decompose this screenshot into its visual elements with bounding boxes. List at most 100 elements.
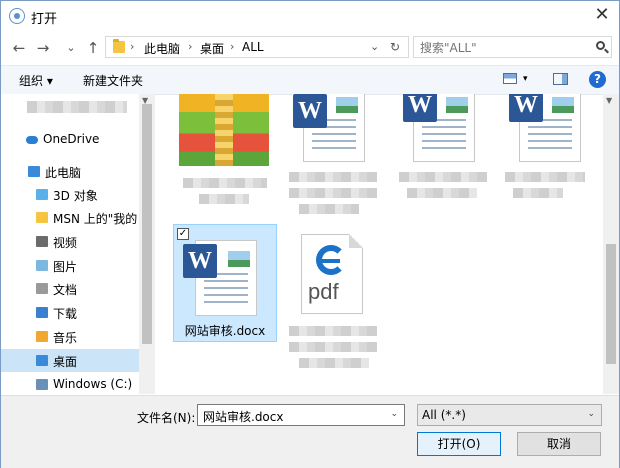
redacted-filename [299, 358, 369, 368]
download-folder-icon [36, 307, 48, 318]
filetype-value: All (*.*) [422, 408, 466, 422]
word-logo-icon: W [509, 94, 543, 122]
redacted-filename [399, 172, 487, 182]
sidebar-item-label: 音乐 [53, 331, 78, 345]
sidebar-item-onedrive[interactable]: OneDrive [1, 128, 139, 151]
sidebar-scrollbar[interactable] [139, 94, 155, 394]
up-arrow-icon[interactable]: ↑ [83, 37, 103, 59]
redacted-filename [289, 342, 377, 352]
pdf-document-icon[interactable]: pdf [301, 234, 363, 314]
sidebar-item-label: 此电脑 [45, 166, 82, 180]
navigation-pane: OneDrive 此电脑 3D 对象 MSN 上的"我的 视频 图片 文档 下载… [1, 94, 155, 394]
archive-icon [179, 94, 269, 166]
address-bar[interactable]: › 此电脑 › 桌面 › ALL ⌄ ↻ [105, 36, 409, 58]
breadcrumb-all[interactable]: ALL [242, 40, 264, 54]
sidebar-item-label: Windows (C:) [53, 377, 133, 391]
breadcrumb-desktop[interactable]: 桌面 [200, 40, 224, 57]
back-arrow-icon[interactable]: ← [9, 37, 29, 59]
sidebar-item-videos[interactable]: 视频 [1, 230, 139, 253]
word-logo-icon: W [183, 244, 217, 278]
selection-checkbox[interactable]: ✓ [177, 228, 189, 240]
sidebar-item-label: MSN 上的"我的 [53, 212, 138, 226]
cloud-icon [26, 136, 38, 144]
title-bar: 打开 ✕ [1, 1, 619, 31]
sidebar-item-documents[interactable]: 文档 [1, 277, 139, 300]
forward-arrow-icon[interactable]: → [33, 37, 53, 59]
redacted-filename [299, 204, 359, 214]
file-list-scrollbar[interactable] [603, 94, 619, 394]
sidebar-item-label: 文档 [53, 283, 78, 297]
open-file-dialog: 打开 ✕ ← → ⌄ ↑ › 此电脑 › 桌面 › ALL ⌄ ↻ 组织 ▾ 新… [0, 0, 620, 468]
command-toolbar: 组织 ▾ 新建文件夹 ▾ ? [1, 65, 619, 95]
file-list-scroll-thumb[interactable] [606, 244, 616, 364]
sidebar-item-3d-objects[interactable]: 3D 对象 [1, 183, 139, 206]
filename-input[interactable] [201, 406, 385, 426]
sidebar-item-desktop[interactable]: 桌面 [1, 349, 139, 372]
search-box[interactable] [413, 36, 612, 58]
folder-icon [113, 39, 125, 53]
sidebar-item-music[interactable]: 音乐 [1, 325, 139, 348]
redacted-filename [289, 172, 377, 182]
redacted-filename [289, 188, 377, 198]
search-input[interactable] [418, 38, 592, 58]
refresh-icon[interactable]: ↻ [390, 40, 400, 54]
computer-icon [28, 166, 40, 177]
view-dropdown-chevron-icon[interactable]: ▾ [523, 74, 528, 84]
organize-menu-button[interactable]: 组织 ▾ [19, 72, 53, 89]
picture-folder-icon [36, 260, 48, 271]
breadcrumb-this-pc[interactable]: 此电脑 [144, 40, 180, 57]
view-options-icon[interactable] [503, 73, 517, 84]
folder-icon [36, 212, 48, 223]
pdf-label: pdf [308, 279, 339, 304]
sidebar-item-label: 3D 对象 [53, 189, 98, 203]
filename-combobox[interactable]: ⌄ [197, 404, 405, 426]
filename-dropdown-chevron-icon[interactable]: ⌄ [390, 409, 398, 419]
new-folder-button[interactable]: 新建文件夹 [83, 72, 143, 89]
app-icon [9, 8, 25, 24]
desktop-folder-icon [36, 355, 48, 366]
breadcrumb-separator-icon: › [130, 40, 135, 53]
sidebar-item-blurred[interactable] [1, 96, 139, 119]
word-logo-icon: W [403, 94, 437, 122]
close-icon[interactable]: ✕ [589, 4, 615, 26]
sidebar-item-windows-c[interactable]: Windows (C:) [1, 373, 139, 394]
search-icon[interactable] [596, 41, 605, 50]
preview-pane-icon[interactable] [553, 73, 568, 85]
open-button[interactable]: 打开(O) [417, 432, 501, 456]
address-dropdown-chevron-icon[interactable]: ⌄ [370, 40, 379, 53]
sidebar-item-label: 下载 [53, 307, 78, 321]
file-list-area: W W W ✓ W 网站审核.docx pdf [159, 94, 603, 394]
sidebar-item-this-pc[interactable]: 此电脑 [1, 160, 139, 183]
redacted-filename [513, 188, 563, 198]
redacted-filename [199, 194, 249, 204]
redacted-filename [505, 172, 585, 182]
help-icon[interactable]: ? [589, 71, 606, 88]
cancel-button[interactable]: 取消 [517, 432, 601, 456]
breadcrumb-separator-icon: › [188, 40, 193, 53]
breadcrumb-separator-icon: › [230, 40, 235, 53]
filename-label: 文件名(N): [137, 411, 196, 425]
documents-folder-icon [36, 283, 48, 294]
sidebar-item-pictures[interactable]: 图片 [1, 254, 139, 277]
music-folder-icon [36, 331, 48, 342]
word-logo-icon: W [293, 94, 327, 128]
selected-file-name: 网站审核.docx [184, 324, 266, 338]
drive-icon [36, 379, 48, 390]
sidebar-item-label: 图片 [53, 260, 78, 274]
redacted-filename [407, 188, 477, 198]
edge-logo-icon [316, 245, 346, 275]
sidebar-item-downloads[interactable]: 下载 [1, 301, 139, 324]
recent-locations-chevron-icon[interactable]: ⌄ [61, 37, 81, 59]
sidebar-item-label: 视频 [53, 236, 78, 250]
redacted-filename [183, 178, 267, 188]
bottom-panel: 文件名(N): ⌄ All (*.*) ⌄ 打开(O) 取消 [1, 395, 619, 468]
sidebar-item-label: 桌面 [53, 355, 78, 369]
sidebar-scroll-thumb[interactable] [142, 104, 152, 344]
filetype-dropdown-chevron-icon[interactable]: ⌄ [587, 409, 595, 419]
video-folder-icon [36, 236, 48, 247]
redacted-label [27, 101, 127, 113]
sidebar-item-msn[interactable]: MSN 上的"我的 [1, 206, 139, 229]
sidebar-item-label: OneDrive [43, 132, 100, 146]
filetype-select[interactable]: All (*.*) ⌄ [417, 404, 602, 426]
cube-icon [36, 189, 48, 200]
